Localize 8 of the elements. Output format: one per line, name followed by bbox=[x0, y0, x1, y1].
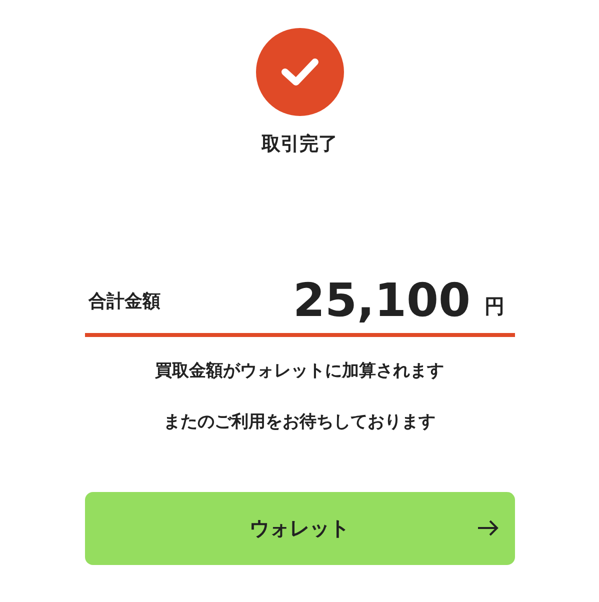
wallet-button[interactable]: ウォレット bbox=[84, 492, 514, 564]
total-label: 合計金額 bbox=[88, 290, 160, 314]
info-message: またのご利用をお待ちしております bbox=[164, 411, 436, 434]
total-amount: 25,100 bbox=[292, 276, 470, 322]
arrow-right-icon bbox=[476, 520, 498, 536]
status-title: 取引完了 bbox=[262, 132, 338, 157]
currency-unit: 円 bbox=[484, 292, 504, 320]
info-message: 買取金額がウォレットに加算されます bbox=[155, 360, 444, 382]
